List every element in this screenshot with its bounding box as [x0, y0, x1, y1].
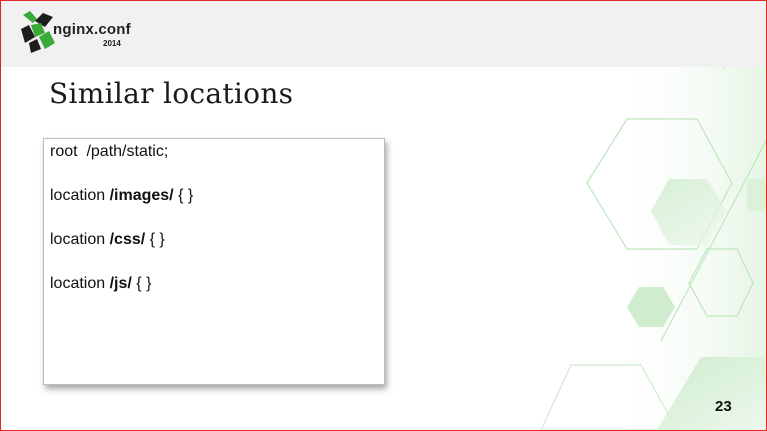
location-path: /images/ — [109, 187, 174, 204]
location-js: location /js/ { } — [50, 275, 151, 293]
location-css: location /css/ { } — [50, 231, 165, 249]
location-path: /css/ — [109, 231, 146, 248]
conference-logo: nginx.conf 2014 — [19, 9, 139, 61]
location-images: location /images/ { } — [50, 187, 193, 205]
slide: nginx.conf 2014 Similar locations root /… — [0, 0, 767, 431]
location-block: { } — [173, 187, 194, 204]
location-keyword: location — [50, 231, 110, 248]
location-block: { } — [131, 275, 152, 292]
slide-title: Similar locations — [49, 77, 294, 110]
location-keyword: location — [50, 187, 110, 204]
slide-header: nginx.conf 2014 — [1, 1, 766, 67]
page-number: 23 — [715, 398, 732, 415]
logo-wordmark: nginx.conf — [53, 21, 131, 38]
location-path: /js/ — [109, 275, 132, 292]
code-block: root /path/static; location /images/ { }… — [43, 138, 385, 385]
location-block: { } — [145, 231, 165, 248]
location-keyword: location — [50, 275, 110, 292]
root-directive: root /path/static; — [50, 143, 169, 160]
logo-year: 2014 — [103, 39, 121, 48]
